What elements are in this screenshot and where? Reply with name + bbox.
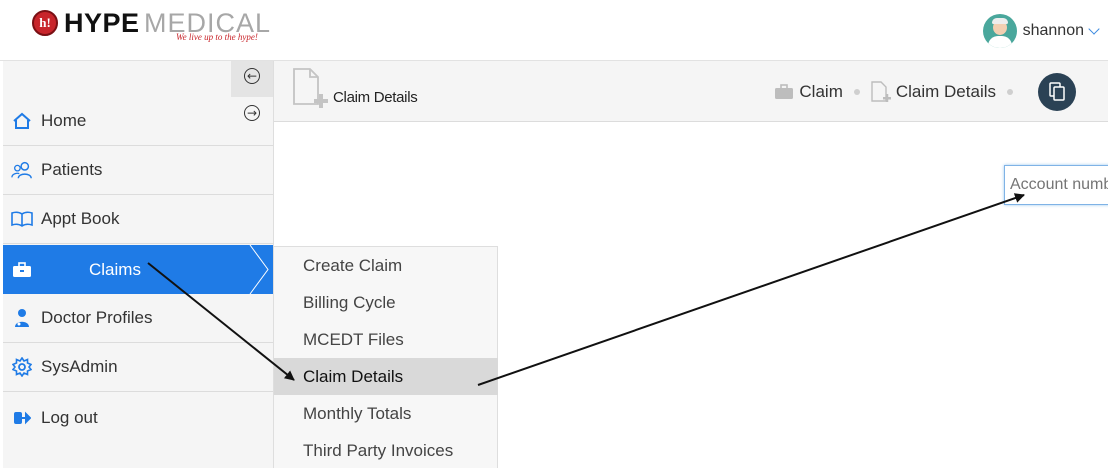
content-header: Claim Details Claim Claim Details [274, 61, 1108, 122]
sidebar-item-appt-book[interactable]: Appt Book [3, 195, 273, 244]
sidebar-item-doctor-profiles[interactable]: Doctor Profiles [3, 294, 273, 343]
sidebar-item-patients[interactable]: Patients [3, 146, 273, 195]
sidebar-item-label: Home [41, 111, 87, 130]
submenu-third-party-invoices[interactable]: Third Party Invoices [274, 432, 498, 469]
hype-medical-logo[interactable]: h! HYPE MEDICAL We live up to the hype! [32, 8, 282, 42]
user-menu[interactable]: shannon [982, 14, 1100, 48]
doctor-avatar-icon[interactable] [982, 14, 1017, 48]
logo-badge-icon: h! [32, 10, 58, 36]
chevron-down-icon[interactable] [1088, 22, 1100, 35]
add-file-icon [871, 81, 891, 102]
breadcrumb-claim-details[interactable]: Claim Details [871, 81, 996, 103]
submenu-monthly-totals[interactable]: Monthly Totals [274, 395, 498, 432]
collapse-left-icon[interactable]: ← [244, 68, 260, 84]
doctor-icon [11, 307, 33, 329]
sidebar-item-label: Patients [41, 160, 103, 179]
breadcrumb: Claim Claim Details [774, 73, 1076, 111]
logo-name-hype: HYPE [64, 8, 140, 38]
gear-icon [11, 356, 33, 378]
home-icon [11, 110, 33, 132]
breadcrumb-claim[interactable]: Claim [774, 82, 843, 102]
submenu-create-claim[interactable]: Create Claim [274, 247, 498, 284]
breadcrumb-label[interactable]: Claim [799, 82, 842, 102]
submenu-claim-details[interactable]: Claim Details [274, 358, 498, 395]
copy-icon [1049, 82, 1065, 101]
annotation-arrow-to-account-input [477, 193, 1025, 386]
sidebar-item-label: Doctor Profiles [41, 308, 153, 327]
breadcrumb-separator [1007, 89, 1013, 95]
account-number-input[interactable] [1004, 165, 1108, 205]
sidebar-item-home[interactable]: Home [3, 97, 273, 146]
user-name[interactable]: shannon [1023, 22, 1084, 40]
page-title: Claim Details [333, 89, 418, 106]
claims-submenu: Create Claim Billing Cycle MCEDT Files C… [273, 246, 498, 468]
briefcase-icon [775, 84, 794, 99]
breadcrumb-separator [853, 89, 860, 95]
sidebar-item-label: Appt Book [41, 209, 120, 228]
sidebar-item-claims[interactable]: Claims [3, 245, 273, 294]
breadcrumb-label[interactable]: Claim Details [896, 82, 996, 102]
sidebar-item-label: Log out [41, 407, 98, 427]
sidebar-item-log-out[interactable]: Log out [3, 393, 273, 442]
top-bar: h! HYPE MEDICAL We live up to the hype! … [0, 0, 1108, 61]
patients-icon [11, 159, 33, 181]
sidebar-item-label: Claims [89, 259, 141, 279]
submenu-billing-cycle[interactable]: Billing Cycle [274, 284, 498, 321]
briefcase-icon [11, 259, 33, 281]
active-item-pointer [249, 245, 269, 294]
sidebar-item-label: SysAdmin [41, 357, 118, 376]
copy-button[interactable] [1038, 73, 1076, 111]
add-file-icon [292, 68, 332, 113]
logout-icon [11, 407, 33, 429]
submenu-mcedt-files[interactable]: MCEDT Files [274, 321, 498, 358]
sidebar-item-sysadmin[interactable]: SysAdmin [3, 343, 273, 392]
logo-tagline: We live up to the hype! [176, 32, 258, 42]
book-icon [11, 208, 33, 230]
sidebar: ← → Home Patients Appt Book Claims Docto… [3, 61, 274, 468]
